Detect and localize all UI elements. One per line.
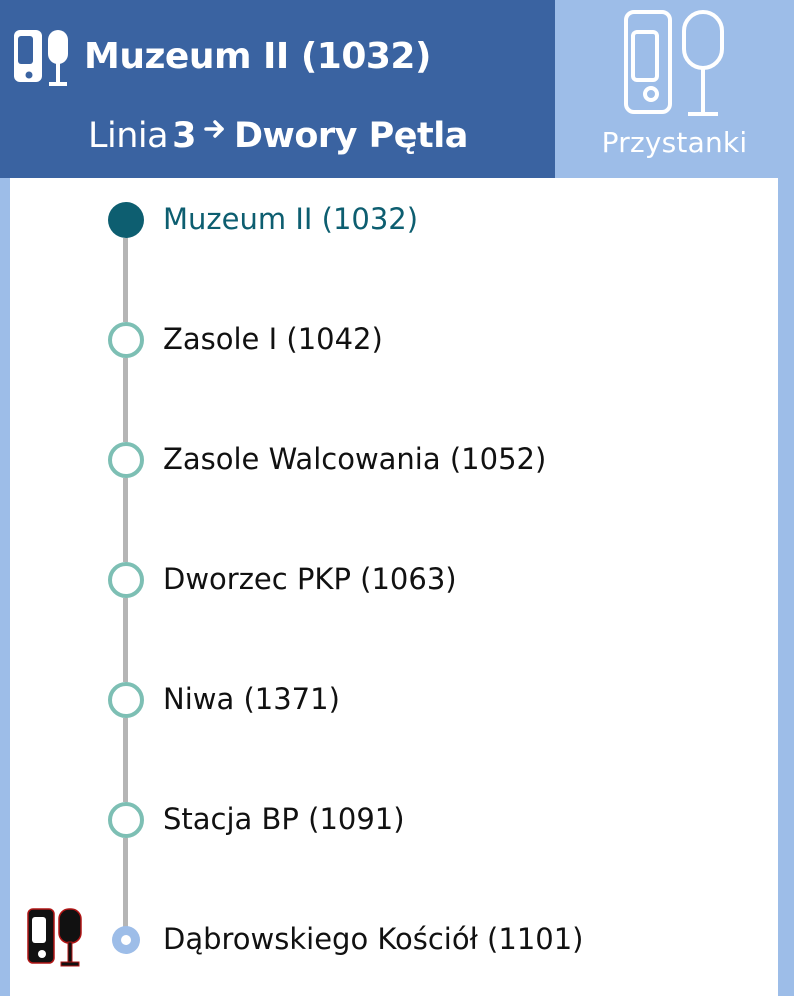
line-prefix: Linia	[88, 116, 169, 156]
line-number: 3	[172, 116, 196, 156]
stop-item[interactable]: Zasole I (1042)	[163, 322, 383, 356]
stop-item[interactable]: Stacja BP (1091)	[163, 802, 405, 836]
bus-stop-icon	[624, 10, 724, 116]
bus-stop-icon	[27, 908, 82, 967]
vehicle-stop-marker	[112, 926, 140, 954]
stop-item[interactable]: Dąbrowskiego Kościół (1101)	[163, 922, 584, 956]
route-connector	[123, 718, 128, 802]
route-connector	[123, 598, 128, 682]
stop-marker	[108, 562, 144, 598]
stop-marker	[108, 682, 144, 718]
stops-button-label: Przystanki	[601, 126, 748, 159]
route-connector	[123, 478, 128, 562]
route-connector	[123, 838, 128, 928]
line-direction: Linia 3 Dwory Pętla	[88, 116, 468, 156]
route-connector	[123, 238, 128, 322]
stop-marker	[108, 322, 144, 358]
frame-right	[778, 178, 794, 996]
current-stop-marker	[108, 202, 144, 238]
bus-stop-icon	[14, 30, 68, 86]
arrow-right-icon	[204, 120, 224, 138]
stop-item[interactable]: Niwa (1371)	[163, 682, 340, 716]
page-title: Muzeum II (1032)	[84, 36, 431, 77]
frame-left	[0, 178, 10, 996]
line-destination: Dwory Pętla	[233, 116, 468, 156]
stop-item[interactable]: Muzeum II (1032)	[163, 202, 418, 236]
header: Muzeum II (1032) Linia 3 Dwory Pętla	[0, 0, 555, 178]
stop-item[interactable]: Zasole Walcowania (1052)	[163, 442, 546, 476]
stop-marker	[108, 802, 144, 838]
stop-item[interactable]: Dworzec PKP (1063)	[163, 562, 457, 596]
stop-marker	[108, 442, 144, 478]
stop-timeline-page: Muzeum II (1032) Linia 3 Dwory Pętla Przy…	[0, 0, 794, 996]
route-connector	[123, 358, 128, 442]
